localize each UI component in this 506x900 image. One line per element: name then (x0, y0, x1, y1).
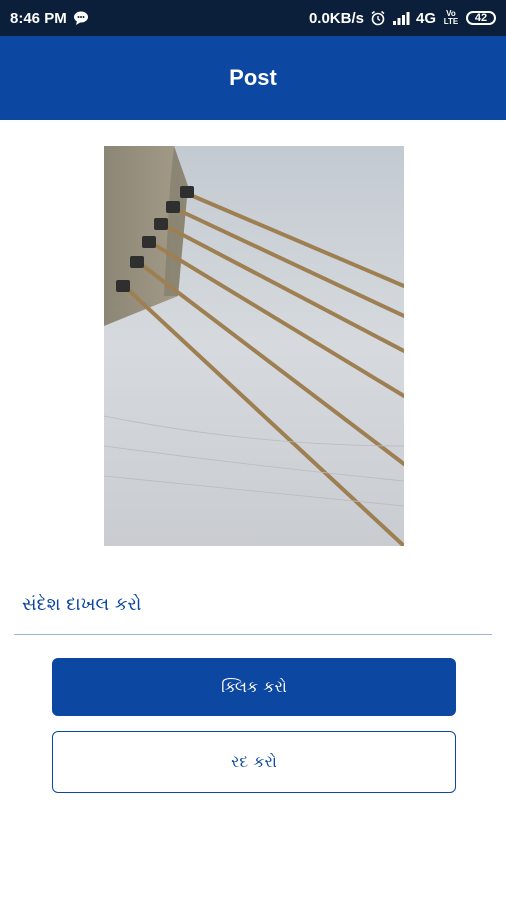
signal-icon (392, 11, 410, 25)
battery-indicator: 42 (466, 11, 496, 25)
alarm-icon (370, 10, 386, 26)
cancel-button-label: રદ કરો (231, 752, 277, 771)
status-right: 0.0KB/s 4G Vo LTE 42 (309, 10, 496, 27)
status-time: 8:46 PM (10, 9, 67, 27)
network-speed: 0.0KB/s (308, 9, 364, 27)
cancel-button[interactable]: રદ કરો (52, 731, 456, 793)
app-bar: Post (0, 36, 506, 120)
message-input[interactable] (14, 575, 492, 635)
page-title: Post (229, 65, 277, 90)
submit-button[interactable]: ક્લિક કરો (52, 658, 456, 716)
bridge-photo (104, 146, 404, 546)
submit-button-label: ક્લિક કરો (221, 677, 287, 696)
volte-badge: Vo LTE (443, 9, 459, 26)
status-left: 8:46 PM (10, 10, 89, 27)
status-bar: 8:46 PM 0.0KB/s 4G Vo LTE 42 (0, 0, 506, 36)
network-type: 4G (415, 9, 436, 27)
chat-bubble-icon (73, 11, 89, 25)
post-image (104, 146, 404, 546)
